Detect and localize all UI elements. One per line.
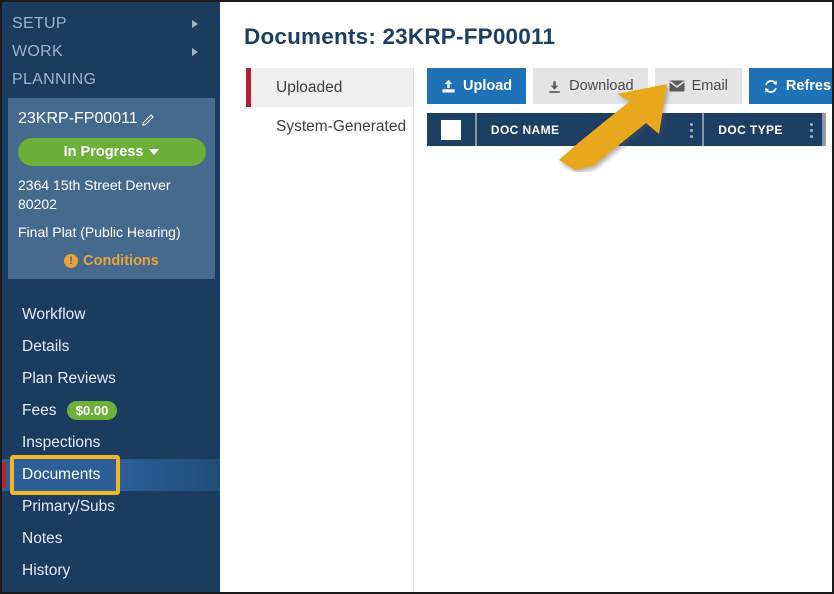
email-button[interactable]: Email <box>654 68 742 104</box>
project-id-label: 23KRP-FP00011 <box>18 110 138 127</box>
sidebar-nav: Workflow Details Plan Reviews Fees $0.00… <box>2 299 220 587</box>
sidebar-item-label: Plan Reviews <box>22 370 116 387</box>
download-icon <box>547 79 562 94</box>
upload-icon <box>441 79 456 94</box>
top-menu-item-setup[interactable]: SETUP <box>2 10 220 38</box>
status-badge-dropdown[interactable]: In Progress <box>17 138 206 166</box>
download-button[interactable]: Download <box>533 68 648 104</box>
sidebar-item-details[interactable]: Details <box>2 331 220 363</box>
column-header-label: DOC TYPE <box>718 122 783 137</box>
top-menu-item-planning[interactable]: PLANNING <box>2 66 220 94</box>
download-button-label: Download <box>569 78 634 94</box>
top-menu-label: WORK <box>12 43 63 60</box>
conditions-label: Conditions <box>83 253 159 269</box>
left-sidebar: SETUP WORK PLANNING 23KRP-FP00011 In Pro… <box>2 2 220 592</box>
documents-table-header: DOC NAME DOC TYPE <box>427 113 826 146</box>
sidebar-item-label: Inspections <box>22 434 101 451</box>
envelope-icon <box>669 80 685 92</box>
sidebar-item-plan-reviews[interactable]: Plan Reviews <box>2 363 220 395</box>
top-menu-label: SETUP <box>12 15 67 32</box>
select-all-checkbox[interactable] <box>440 119 461 140</box>
application-window: SETUP WORK PLANNING 23KRP-FP00011 In Pro… <box>0 0 834 594</box>
chevron-right-icon <box>192 20 198 28</box>
project-id-row: 23KRP-FP00011 <box>8 98 215 128</box>
sidebar-item-label: Primary/Subs <box>22 498 116 515</box>
sidebar-item-documents[interactable]: Documents <box>2 459 220 491</box>
project-summary-card: 23KRP-FP00011 In Progress 2364 15th Stre… <box>8 98 215 279</box>
top-menu-item-work[interactable]: WORK <box>2 38 220 66</box>
page-title: Documents: 23KRP-FP00011 <box>244 24 556 49</box>
kebab-menu-icon[interactable] <box>690 122 694 138</box>
sidebar-item-notes[interactable]: Notes <box>2 523 220 555</box>
sidebar-item-fees[interactable]: Fees $0.00 <box>2 395 220 427</box>
sidebar-item-workflow[interactable]: Workflow <box>2 299 220 331</box>
warning-icon: ! <box>64 254 79 268</box>
column-header-label: DOC NAME <box>490 122 560 137</box>
upload-button-label: Upload <box>463 78 513 94</box>
active-indicator <box>2 462 6 488</box>
sidebar-item-inspections[interactable]: Inspections <box>2 427 220 459</box>
sidebar-item-primary-subs[interactable]: Primary/Subs <box>2 491 220 523</box>
kebab-menu-icon[interactable] <box>810 122 814 138</box>
refresh-button[interactable]: Refresh <box>748 68 832 104</box>
chevron-down-icon <box>149 149 160 156</box>
sidebar-item-label: Details <box>22 338 70 355</box>
status-label: In Progress <box>63 144 144 160</box>
tab-active-indicator <box>246 68 251 107</box>
main-content: Documents: 23KRP-FP00011 Uploaded System… <box>220 2 832 592</box>
project-address-line1: 2364 15th Street Denver <box>18 177 171 193</box>
tab-uploaded[interactable]: Uploaded <box>246 68 413 107</box>
project-address-line2: 80202 <box>18 196 57 212</box>
refresh-icon <box>763 79 779 94</box>
tab-label: Uploaded <box>276 79 343 96</box>
conditions-link[interactable]: ! Conditions <box>8 242 215 269</box>
sidebar-item-label: Fees <box>22 402 57 419</box>
chevron-right-icon <box>192 48 198 56</box>
pencil-icon[interactable] <box>142 112 156 126</box>
documents-toolbar: Upload Download Email Refres <box>427 68 832 104</box>
fees-amount-badge: $0.00 <box>66 401 118 421</box>
top-menu-label: PLANNING <box>12 71 97 88</box>
email-button-label: Email <box>691 78 728 94</box>
column-header-doc-name[interactable]: DOC NAME <box>477 113 705 146</box>
project-record-type: Final Plat (Public Hearing) <box>18 224 181 240</box>
sidebar-item-label: Documents <box>22 466 101 483</box>
column-header-doc-type[interactable]: DOC TYPE <box>704 113 825 146</box>
upload-button[interactable]: Upload <box>427 68 527 104</box>
document-category-tabs: Uploaded System-Generated <box>246 68 414 592</box>
tab-label: System-Generated <box>276 118 407 135</box>
select-all-cell <box>427 113 477 146</box>
sidebar-item-label: History <box>22 562 71 579</box>
refresh-button-label: Refresh <box>785 78 832 94</box>
sidebar-item-label: Workflow <box>22 306 86 323</box>
tab-system-generated[interactable]: System-Generated <box>246 107 413 146</box>
sidebar-item-label: Notes <box>22 530 63 547</box>
top-menu: SETUP WORK PLANNING <box>2 2 220 94</box>
sidebar-item-history[interactable]: History <box>2 555 220 587</box>
